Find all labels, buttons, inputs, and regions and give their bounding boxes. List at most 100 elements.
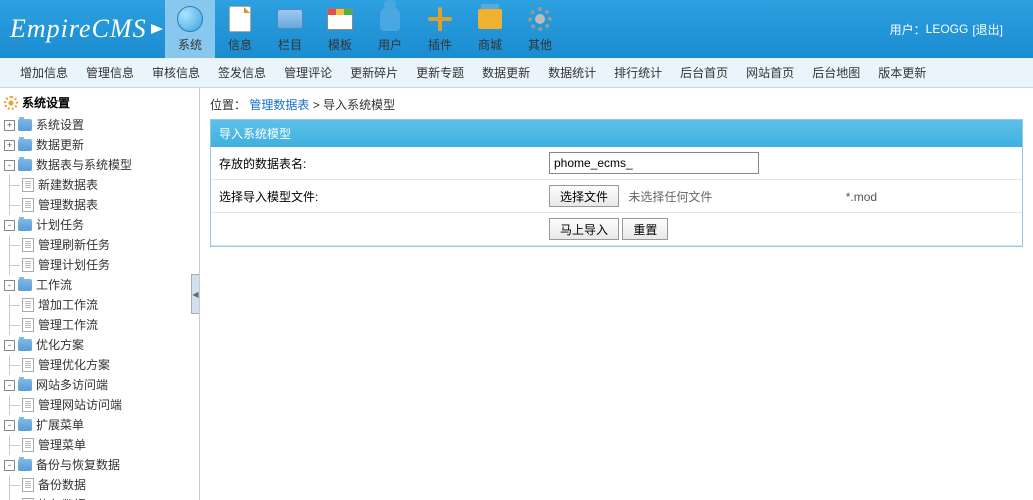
folder-icon (277, 9, 303, 29)
nav-shop[interactable]: 商城 (465, 0, 515, 58)
folder-icon (18, 139, 32, 151)
submenu-item[interactable]: 排行统计 (614, 64, 662, 81)
submenu-item[interactable]: 版本更新 (878, 64, 926, 81)
tree-toggle[interactable]: - (4, 280, 15, 291)
submenu-item[interactable]: 管理信息 (86, 64, 134, 81)
tree-toggle[interactable]: + (4, 140, 15, 151)
tree-label: 管理数据表 (38, 195, 98, 215)
tree-label: 恢复数据 (38, 495, 86, 500)
logo-text: EmpireCMS (10, 14, 147, 44)
tree-node[interactable]: 管理优化方案 (22, 355, 195, 375)
nav-window[interactable]: 模板 (315, 0, 365, 58)
tree-node[interactable]: +系统设置 (4, 115, 195, 135)
tree-node[interactable]: 管理数据表 (22, 195, 195, 215)
sub-menu: 增加信息 管理信息 审核信息 签发信息 管理评论 更新碎片 更新专题 数据更新 数据统计 排行统计… (0, 58, 1033, 88)
import-panel: 导入系统模型 存放的数据表名: 选择导入模型文件: 选择文件 未选择任何文件 (210, 119, 1023, 247)
submenu-item[interactable]: 增加信息 (20, 64, 68, 81)
submenu-item[interactable]: 后台地图 (812, 64, 860, 81)
main-area: 系统设置 +系统设置+数据更新-数据表与系统模型新建数据表管理数据表-计划任务管… (0, 88, 1033, 500)
nav-label: 栏目 (278, 36, 302, 53)
tree-label: 工作流 (36, 275, 72, 295)
tree-node[interactable]: 管理计划任务 (22, 255, 195, 275)
tree-label: 管理工作流 (38, 315, 98, 335)
tree-node[interactable]: - 优化方案 (4, 335, 195, 355)
submenu-item[interactable]: 后台首页 (680, 64, 728, 81)
tree-node[interactable]: 管理菜单 (22, 435, 195, 455)
submenu-item[interactable]: 审核信息 (152, 64, 200, 81)
tree-toggle[interactable]: - (4, 380, 15, 391)
tree-node[interactable]: -备份与恢复数据 (4, 455, 195, 475)
folder-icon (18, 419, 32, 431)
arrow-icon (151, 24, 163, 34)
tree-node[interactable]: 增加工作流 (22, 295, 195, 315)
tree-label: 管理刷新任务 (38, 235, 110, 255)
nav-label: 信息 (228, 36, 252, 53)
tree-node[interactable]: 管理工作流 (22, 315, 195, 335)
tree-label: 增加工作流 (38, 295, 98, 315)
tree-toggle[interactable]: - (4, 160, 15, 171)
submenu-item[interactable]: 管理评论 (284, 64, 332, 81)
tree-node[interactable]: 备份数据 (22, 475, 195, 495)
tree-toggle[interactable]: - (4, 460, 15, 471)
tree-toggle[interactable]: - (4, 420, 15, 431)
import-button[interactable]: 马上导入 (549, 218, 619, 240)
breadcrumb-link[interactable]: 管理数据表 (249, 98, 309, 112)
nav-plugin[interactable]: 插件 (415, 0, 465, 58)
choose-file-button[interactable]: 选择文件 (549, 185, 619, 207)
nav-user[interactable]: 用户 (365, 0, 415, 58)
nav-folder[interactable]: 栏目 (265, 0, 315, 58)
folder-icon (18, 279, 32, 291)
submenu-item[interactable]: 更新碎片 (350, 64, 398, 81)
top-bar: EmpireCMS 系统信息栏目模板用户插件商城其他 用户： LEOGG [退出… (0, 0, 1033, 58)
file-icon (22, 298, 34, 312)
file-icon (22, 198, 34, 212)
collapse-handle[interactable]: ◀ (191, 274, 199, 314)
nav-label: 其他 (528, 36, 552, 53)
tree-toggle[interactable]: + (4, 120, 15, 131)
file-icon (22, 318, 34, 332)
sidebar-title: 系统设置 (4, 94, 195, 111)
tree-node[interactable]: - 数据表与系统模型 (4, 155, 195, 175)
nav-gear[interactable]: 其他 (515, 0, 565, 58)
user-label: 用户： (890, 21, 926, 38)
submenu-item[interactable]: 数据更新 (482, 64, 530, 81)
table-name-input[interactable] (549, 152, 759, 174)
tree-node[interactable]: +数据更新 (4, 135, 195, 155)
tree-toggle[interactable]: - (4, 340, 15, 351)
reset-button[interactable]: 重置 (622, 218, 668, 240)
nav-doc[interactable]: 信息 (215, 0, 265, 58)
tree-label: 备份数据 (38, 475, 86, 495)
file-icon (22, 478, 34, 492)
nav-globe[interactable]: 系统 (165, 0, 215, 58)
sidebar: 系统设置 +系统设置+数据更新-数据表与系统模型新建数据表管理数据表-计划任务管… (0, 88, 200, 500)
logout-link[interactable]: [退出] (972, 21, 1003, 38)
submenu-item[interactable]: 网站首页 (746, 64, 794, 81)
file-icon (22, 178, 34, 192)
tree-node[interactable]: 新建数据表 (22, 175, 195, 195)
folder-icon (18, 219, 32, 231)
submenu-item[interactable]: 数据统计 (548, 64, 596, 81)
tree-node[interactable]: - 计划任务 (4, 215, 195, 235)
logo: EmpireCMS (0, 0, 165, 58)
main-nav: 系统信息 栏目模板用户插件商城其他 (165, 0, 565, 58)
file-status: 未选择任何文件 (628, 190, 712, 204)
folder-icon (18, 379, 32, 391)
tree-label: 计划任务 (36, 215, 84, 235)
file-icon (22, 398, 34, 412)
nav-label: 插件 (428, 36, 452, 53)
tree-node[interactable]: - 工作流 (4, 275, 195, 295)
file-icon (22, 358, 34, 372)
panel-header: 导入系统模型 (211, 120, 1022, 147)
tree-label: 数据表与系统模型 (36, 155, 132, 175)
tree-node[interactable]: 恢复数据 (22, 495, 195, 500)
tree-toggle[interactable]: - (4, 220, 15, 231)
submenu-item[interactable]: 签发信息 (218, 64, 266, 81)
content-area: 位置： 管理数据表 > 导入系统模型 导入系统模型 存放的数据表名: 选择导入模… (200, 88, 1033, 500)
tree-node[interactable]: 管理刷新任务 (22, 235, 195, 255)
submenu-item[interactable]: 更新专题 (416, 64, 464, 81)
tree-node[interactable]: 管理网站访问端 (22, 395, 195, 415)
file-icon (22, 238, 34, 252)
tree-node[interactable]: -网站多访问端 (4, 375, 195, 395)
tree-node[interactable]: -扩展菜单 (4, 415, 195, 435)
tree-label: 优化方案 (36, 335, 84, 355)
